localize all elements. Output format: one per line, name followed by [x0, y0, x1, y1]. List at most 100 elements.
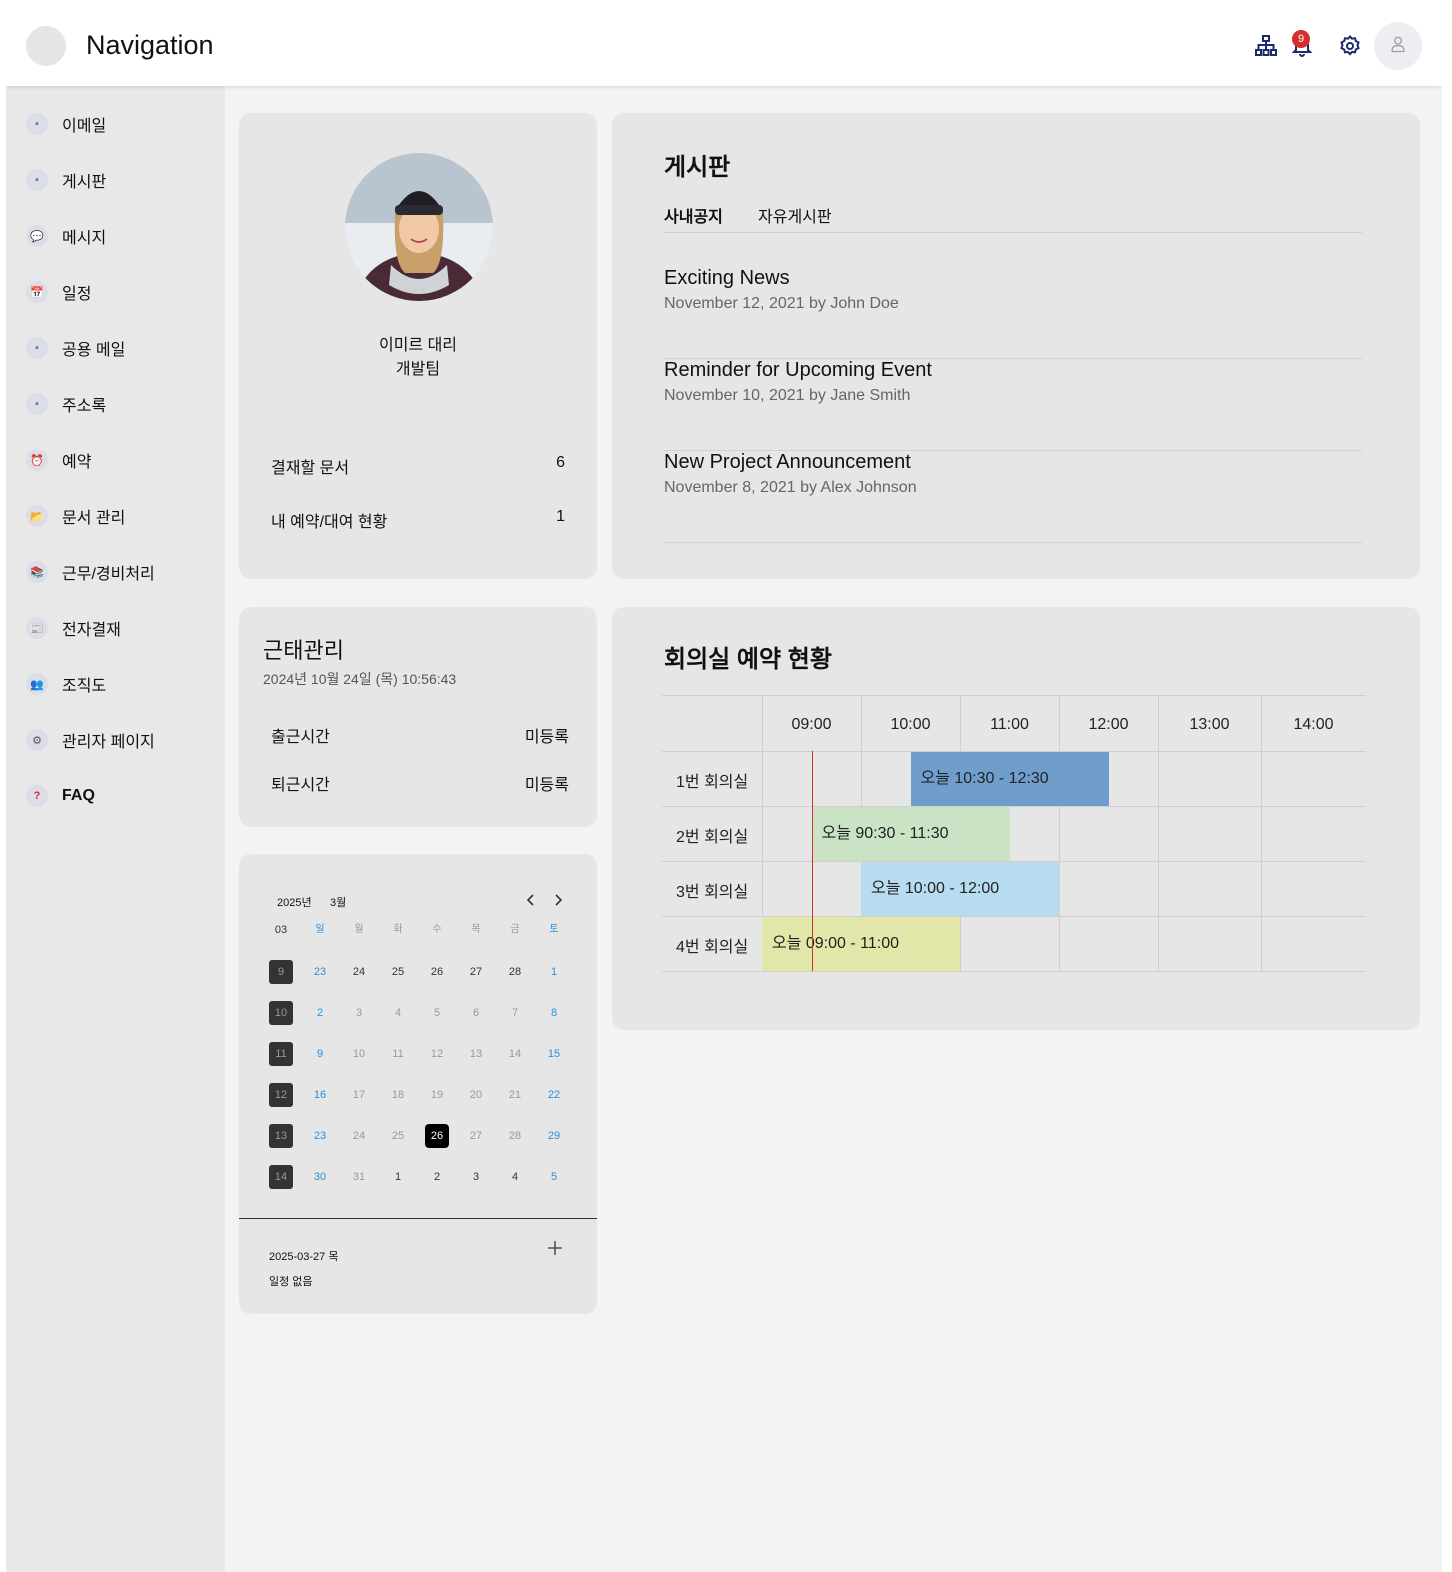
sidebar-item-admin[interactable]: ⚙ 관리자 페이지 [26, 726, 216, 754]
calendar-day[interactable]: 3 [464, 1165, 488, 1189]
calendar-week-number: 12 [269, 1083, 293, 1107]
calendar-day[interactable]: 27 [464, 1124, 488, 1148]
sidebar-item-label: 문서 관리 [62, 510, 126, 527]
chevron-right-icon[interactable] [550, 892, 566, 908]
check-out-row[interactable]: 퇴근시간 미등록 [271, 771, 569, 795]
stat-label: 내 예약/대여 현황 [271, 514, 388, 531]
calendar-day[interactable]: 6 [464, 1001, 488, 1025]
org-chart-icon[interactable] [1254, 34, 1278, 58]
calendar-day[interactable]: 12 [425, 1042, 449, 1066]
calendar-day[interactable]: 5 [542, 1165, 566, 1189]
calendar-day[interactable]: 24 [347, 960, 371, 984]
calendar-day[interactable]: 9 [308, 1042, 332, 1066]
calendar-day[interactable]: 4 [386, 1001, 410, 1025]
shared-mail-icon: ▪ [26, 337, 48, 359]
sidebar-item-approval[interactable]: 📰 전자결재 [26, 614, 216, 642]
calendar-day[interactable]: 23 [308, 960, 332, 984]
sidebar-item-message[interactable]: 💬 메시지 [26, 222, 216, 250]
sidebar-item-email[interactable]: ▪ 이메일 [26, 110, 216, 138]
logo[interactable] [26, 26, 66, 66]
sidebar: ▪ 이메일 ▪ 게시판 💬 메시지 📅 일정 ▪ 공용 메일 ▪ 주소록 ⏰ 예… [6, 86, 225, 1572]
calendar-day[interactable]: 14 [503, 1042, 527, 1066]
sidebar-item-schedule[interactable]: 📅 일정 [26, 278, 216, 306]
calendar-day[interactable]: 2 [308, 1001, 332, 1025]
gear-icon[interactable] [1338, 34, 1362, 58]
calendar-day[interactable]: 17 [347, 1083, 371, 1107]
calendar-day[interactable]: 1 [542, 960, 566, 984]
calendar-day[interactable]: 4 [503, 1165, 527, 1189]
sidebar-item-faq[interactable]: ? FAQ [26, 782, 216, 810]
post-item[interactable]: Exciting News November 12, 2021 by John … [664, 267, 1362, 359]
sidebar-item-work-expense[interactable]: 📚 근무/경비처리 [26, 558, 216, 586]
user-avatar-button[interactable] [1374, 22, 1422, 70]
calendar-day[interactable]: 20 [464, 1083, 488, 1107]
sidebar-item-shared-mail[interactable]: ▪ 공용 메일 [26, 334, 216, 362]
sidebar-item-label: 주소록 [62, 398, 107, 415]
calendar-day[interactable]: 10 [347, 1042, 371, 1066]
calendar-day[interactable]: 5 [425, 1001, 449, 1025]
sidebar-item-address-book[interactable]: ▪ 주소록 [26, 390, 216, 418]
booking-block[interactable]: 오늘 10:00 - 12:00 [861, 862, 1059, 916]
calendar-day[interactable]: 16 [308, 1083, 332, 1107]
post-item[interactable]: New Project Announcement November 8, 202… [664, 451, 1362, 543]
calendar-day[interactable]: 26 [425, 960, 449, 984]
calendar-day[interactable]: 19 [425, 1083, 449, 1107]
calendar-day[interactable]: 25 [386, 960, 410, 984]
calendar-day[interactable]: 2 [425, 1165, 449, 1189]
time-header: 14:00 [1293, 716, 1334, 733]
calendar-weekday: 수 [432, 924, 442, 935]
meeting-room-title: 회의실 예약 현황 [664, 646, 832, 673]
sidebar-item-label: 관리자 페이지 [62, 734, 155, 751]
booking-block[interactable]: 오늘 10:30 - 12:30 [910, 752, 1109, 806]
calendar-card: 2025년 3월 03 일 월 화 수 목 금 토 9 23 24 25 26 27 28 1 10 2 3 4 5 6 7… [239, 854, 597, 1314]
calendar-day[interactable]: 29 [542, 1124, 566, 1148]
post-title: Reminder for Upcoming Event [664, 359, 932, 381]
calendar-day[interactable]: 23 [308, 1124, 332, 1148]
tab-free-board[interactable]: 자유게시판 [758, 203, 832, 227]
post-title: New Project Announcement [664, 451, 911, 473]
calendar-day[interactable]: 7 [503, 1001, 527, 1025]
sidebar-item-reservation[interactable]: ⏰ 예약 [26, 446, 216, 474]
calendar-day[interactable]: 22 [542, 1083, 566, 1107]
stat-row-reservation[interactable]: 내 예약/대여 현황 1 [271, 508, 565, 532]
sidebar-item-board[interactable]: ▪ 게시판 [26, 166, 216, 194]
calendar-day[interactable]: 24 [347, 1124, 371, 1148]
calendar-day[interactable]: 18 [386, 1083, 410, 1107]
check-in-row[interactable]: 출근시간 미등록 [271, 723, 569, 747]
sidebar-item-label: 근무/경비처리 [62, 566, 155, 583]
profile-team: 개발팀 [395, 361, 441, 378]
grid-line [1158, 695, 1159, 971]
booking-block[interactable]: 오늘 09:00 - 11:00 [762, 917, 960, 971]
post-meta: November 12, 2021 by John Doe [664, 295, 899, 312]
calendar-day[interactable]: 28 [503, 1124, 527, 1148]
chevron-left-icon[interactable] [523, 892, 539, 908]
check-out-value: 미등록 [524, 777, 569, 794]
calendar-day[interactable]: 28 [503, 960, 527, 984]
calendar-day[interactable]: 31 [347, 1165, 371, 1189]
sidebar-item-org-chart[interactable]: 👥 조직도 [26, 670, 216, 698]
app-frame: Navigation 9 ▪ 이메일 ▪ 게시판 💬 메시지 📅 일정 ▪ 공용… [6, 6, 1442, 1572]
calendar-day[interactable]: 13 [464, 1042, 488, 1066]
plus-icon[interactable] [545, 1238, 565, 1258]
sidebar-item-documents[interactable]: 📂 문서 관리 [26, 502, 216, 530]
booking-block[interactable]: 오늘 90:30 - 11:30 [811, 807, 1010, 861]
calendar-day[interactable]: 30 [308, 1165, 332, 1189]
calendar-day[interactable]: 21 [503, 1083, 527, 1107]
calendar-day[interactable]: 11 [386, 1042, 410, 1066]
calendar-day[interactable]: 3 [347, 1001, 371, 1025]
calendar-day[interactable]: 26 [425, 1124, 449, 1148]
calendar-day[interactable]: 8 [542, 1001, 566, 1025]
app-title: Navigation [86, 30, 214, 60]
tab-notice[interactable]: 사내공지 [664, 203, 723, 227]
check-in-label: 출근시간 [271, 729, 330, 746]
stat-row-approval[interactable]: 결재할 문서 6 [271, 454, 565, 478]
sidebar-item-label: FAQ [62, 787, 95, 804]
calendar-day[interactable]: 15 [542, 1042, 566, 1066]
post-item[interactable]: Reminder for Upcoming Event November 10,… [664, 359, 1362, 451]
calendar-day[interactable]: 27 [464, 960, 488, 984]
calendar-day[interactable]: 25 [386, 1124, 410, 1148]
no-events-text: 일정 없음 [269, 1276, 313, 1288]
room-label: 4번 회의실 [676, 939, 749, 956]
profile-photo[interactable] [345, 153, 493, 301]
calendar-day[interactable]: 1 [386, 1165, 410, 1189]
